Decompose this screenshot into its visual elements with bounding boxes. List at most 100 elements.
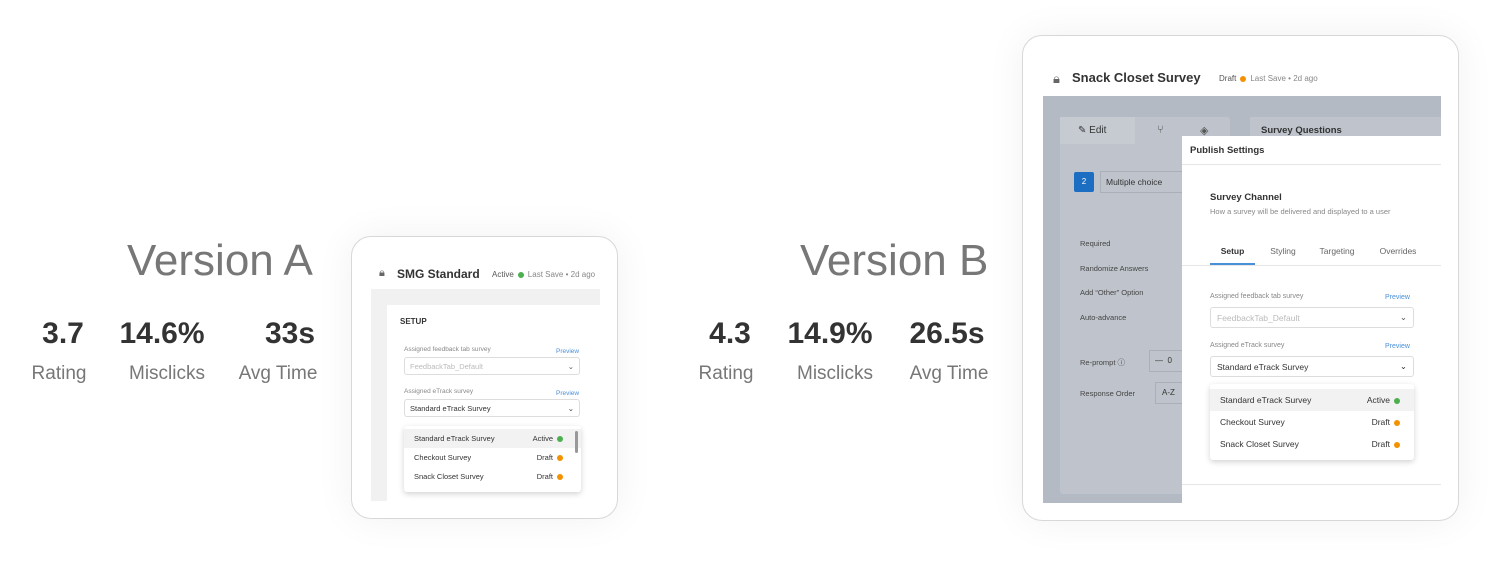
etrack-label: Assigned eTrack survey — [404, 388, 474, 395]
last-save: Last Save — [1250, 74, 1286, 83]
separator: • — [1288, 74, 1291, 83]
tab-targeting[interactable]: Targeting — [1311, 246, 1363, 265]
status-dot — [557, 455, 563, 462]
settings-tabs: Setup Styling Targeting Overrides — [1210, 246, 1433, 265]
option-name: Checkout Survey — [414, 453, 472, 462]
save-status: Active Last Save • 2d ago — [492, 270, 595, 279]
status-text: Active — [492, 270, 514, 279]
rating-label: Rating — [698, 363, 754, 384]
chevron-down-icon: ⌄ — [567, 361, 574, 371]
version-a-title: Version A — [127, 236, 313, 285]
misclicks-label: Misclicks — [797, 363, 873, 384]
status-dot — [1240, 75, 1247, 82]
response-order-label: Response Order — [1080, 389, 1136, 398]
status-text: Draft — [1219, 74, 1237, 83]
save-time: 2d ago — [1293, 74, 1318, 83]
option-name: Standard eTrack Survey — [414, 434, 495, 443]
separator: • — [565, 270, 569, 279]
survey-title: Snack Closet Survey — [1072, 70, 1201, 85]
info-icon: ⓘ — [1117, 358, 1126, 367]
lock-icon: 🔒︎ — [379, 267, 385, 279]
option-snack[interactable]: Snack Closet Survey Draft — [1210, 433, 1414, 455]
option-name: Snack Closet Survey — [414, 472, 484, 481]
divider — [1182, 484, 1441, 485]
misclicks-label: Misclicks — [129, 363, 205, 384]
publish-settings-modal: Publish Settings Survey Channel How a su… — [1182, 136, 1441, 503]
option-name: Snack Closet Survey — [1220, 439, 1299, 449]
modal-title: Publish Settings — [1190, 145, 1265, 156]
preview-link[interactable]: Preview — [556, 390, 579, 397]
question-number: 2 — [1074, 172, 1094, 192]
setting-required: Required — [1080, 239, 1111, 248]
etrack-dropdown: Standard eTrack Survey Active Checkout Su… — [404, 426, 581, 492]
setup-panel: SETUP Assigned feedback tab survey Previ… — [387, 305, 600, 501]
option-status: Draft — [536, 472, 553, 481]
option-standard[interactable]: Standard eTrack Survey Active — [1210, 389, 1414, 411]
option-status: Active — [1366, 395, 1390, 405]
option-status: Draft — [536, 453, 553, 462]
branch-icon[interactable]: ⑂ — [1157, 124, 1164, 136]
settings-list: Required Randomize Answers Add “Other” O… — [1080, 232, 1148, 330]
etrack-value: Standard eTrack Survey — [1217, 361, 1309, 372]
channel-description: How a survey will be delivered and displ… — [1210, 207, 1391, 216]
avg-time-label: Avg Time — [238, 363, 318, 384]
lock-icon: 🔒︎ — [1053, 71, 1060, 86]
status-dot — [557, 474, 563, 481]
misclicks-value: 14.9% — [787, 317, 873, 350]
tab-overrides[interactable]: Overrides — [1363, 246, 1433, 265]
feedback-value: FeedbackTab_Default — [1217, 312, 1300, 323]
feedback-select[interactable]: FeedbackTab_Default ⌄ — [404, 357, 580, 375]
chevron-down-icon: ⌄ — [567, 403, 574, 413]
tab-edit[interactable]: ✎ Edit — [1060, 117, 1135, 144]
preview-link[interactable]: Preview — [556, 348, 579, 355]
feedback-label: Assigned feedback tab survey — [1210, 293, 1304, 300]
setting-randomize: Randomize Answers — [1080, 263, 1149, 273]
divider — [1182, 164, 1441, 165]
pencil-icon: ✎ — [1078, 125, 1087, 136]
status-dot — [517, 271, 524, 278]
option-status: Draft — [1371, 439, 1390, 449]
reprompt-label: Re-prompt ⓘ — [1080, 357, 1125, 368]
preview-link[interactable]: Preview — [1385, 343, 1410, 350]
version-b-screenshot: 🔒︎ Snack Closet Survey Draft Last Save • … — [1022, 35, 1459, 521]
setting-other-option: Add “Other” Option — [1080, 288, 1144, 297]
option-name: Standard eTrack Survey — [1220, 395, 1312, 405]
status-dot — [557, 436, 563, 443]
status-dot — [1394, 419, 1400, 426]
save-status: Draft Last Save • 2d ago — [1219, 74, 1318, 83]
option-checkout[interactable]: Checkout Survey Draft — [404, 448, 581, 467]
status-dot — [1394, 397, 1400, 404]
tab-styling[interactable]: Styling — [1255, 246, 1311, 265]
option-standard[interactable]: Standard eTrack Survey Active — [404, 429, 581, 448]
feedback-label: Assigned feedback tab survey — [404, 346, 491, 353]
version-b-title: Version B — [800, 236, 989, 285]
etrack-value: Standard eTrack Survey — [410, 403, 491, 413]
reprompt-text: Re-prompt — [1080, 358, 1116, 367]
avg-time-label: Avg Time — [909, 363, 989, 384]
feedback-select[interactable]: FeedbackTab_Default ⌄ — [1210, 307, 1414, 328]
last-save: Last Save — [527, 270, 564, 279]
reprompt-value: 0 — [1167, 356, 1172, 365]
option-status: Active — [532, 434, 553, 443]
version-a-screenshot: 🔒︎ SMG Standard Active Last Save • 2d ago… — [351, 236, 618, 519]
preview-link[interactable]: Preview — [1385, 294, 1410, 301]
misclicks-value: 14.6% — [119, 317, 205, 350]
etrack-select[interactable]: Standard eTrack Survey ⌄ — [404, 399, 580, 417]
etrack-dropdown: Standard eTrack Survey Active Checkout Su… — [1210, 384, 1414, 460]
avg-time-value: 26.5s — [909, 317, 985, 350]
option-status: Draft — [1371, 417, 1390, 427]
option-snack[interactable]: Snack Closet Survey Draft — [404, 467, 581, 486]
avg-time-value: 33s — [264, 317, 316, 350]
setting-auto-advance: Auto-advance — [1080, 312, 1127, 322]
tab-setup[interactable]: Setup — [1210, 246, 1255, 265]
option-checkout[interactable]: Checkout Survey Draft — [1210, 411, 1414, 433]
channel-title: Survey Channel — [1210, 192, 1282, 203]
chevron-down-icon: ⌄ — [1399, 312, 1407, 322]
scrollbar[interactable] — [575, 431, 578, 453]
option-name: Checkout Survey — [1220, 417, 1285, 427]
feedback-value: FeedbackTab_Default — [410, 361, 483, 371]
edit-label: Edit — [1089, 125, 1107, 136]
etrack-select[interactable]: Standard eTrack Survey ⌄ — [1210, 356, 1414, 377]
content-area: SETUP Assigned feedback tab survey Previ… — [371, 289, 600, 501]
divider — [1182, 265, 1441, 266]
